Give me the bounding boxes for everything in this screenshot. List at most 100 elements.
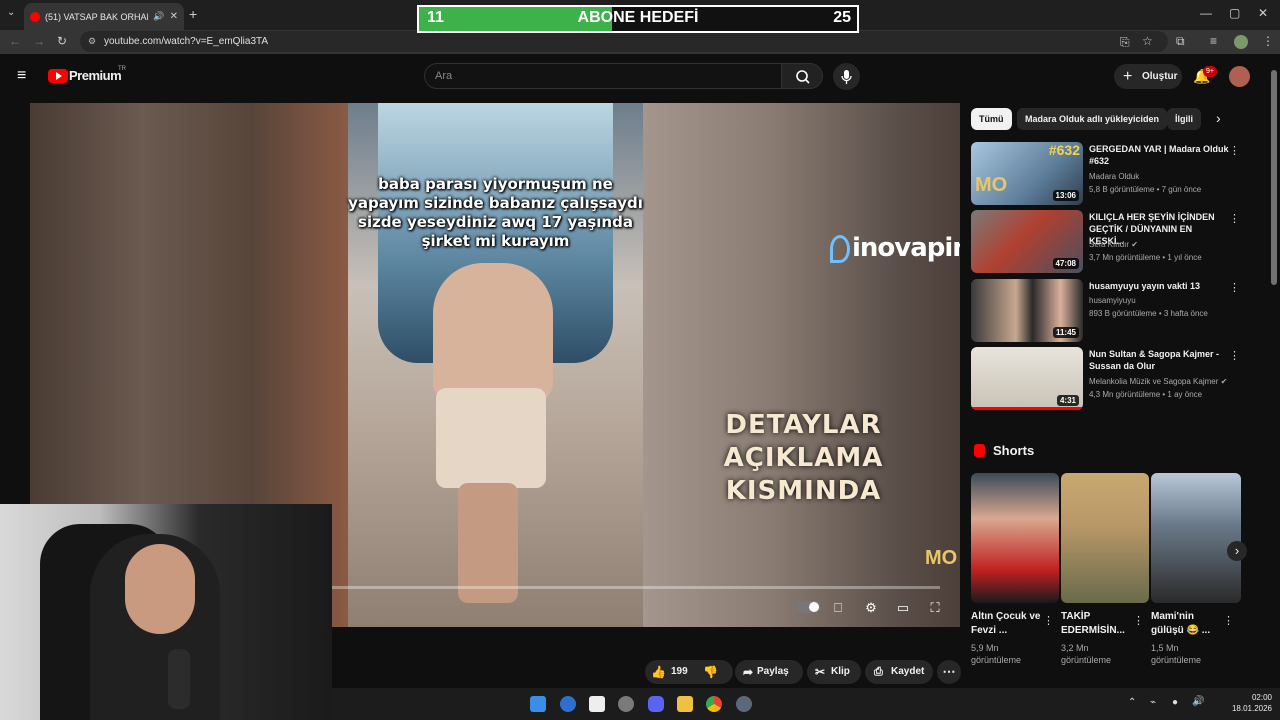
bookmark-star-icon[interactable]: ☆ (1142, 35, 1153, 47)
short-thumbnail[interactable] (1061, 473, 1149, 603)
browser-tab[interactable]: (51) VATSAP BAK ORHANIM 🔊 ✕ (24, 3, 184, 30)
tray-overflow-icon[interactable]: ⌃ (1128, 697, 1136, 708)
microphone-tray-icon[interactable]: ● (1172, 697, 1178, 708)
reload-icon[interactable]: ↻ (57, 35, 67, 47)
more-options-icon[interactable]: ⋮ (1133, 614, 1144, 627)
like-dislike-group: 👍 199 👎 (645, 660, 733, 684)
dislike-button-icon[interactable]: 👎 (703, 660, 718, 684)
create-button[interactable]: + Oluştur (1114, 64, 1182, 89)
file-explorer-icon[interactable] (677, 696, 693, 712)
search-input[interactable]: Ara (424, 63, 782, 89)
channel-name[interactable]: Madara Olduk (1089, 172, 1139, 181)
short-title[interactable]: TAKİP EDERMİSİN... (1061, 610, 1133, 638)
back-icon[interactable]: ← (9, 35, 21, 47)
chip-all[interactable]: Tümü (971, 108, 1012, 130)
capcut-app-icon[interactable] (589, 696, 605, 712)
video-thumbnail[interactable]: 11:45 (971, 279, 1083, 342)
chrome-app-icon[interactable] (706, 696, 722, 712)
search-button[interactable] (781, 63, 823, 89)
close-window-icon[interactable]: ✕ (1258, 7, 1268, 19)
browser-menu-icon[interactable]: ⋮ (1262, 35, 1274, 47)
recommendation-item[interactable]: 47:08 KILIÇLA HER ŞEYİN İÇİNDEN GEÇTİK /… (971, 210, 1241, 274)
more-options-icon[interactable]: ⋮ (1043, 614, 1054, 627)
hamburger-menu-icon[interactable]: ≡ (17, 68, 26, 84)
save-button[interactable]: ⎙ Kaydet (865, 660, 933, 684)
short-thumbnail[interactable] (971, 473, 1059, 603)
channel-name[interactable]: Sefa Kındır ✔ (1089, 240, 1138, 249)
share-button[interactable]: ➦ Paylaş (735, 660, 803, 684)
video-title[interactable]: husamyuyu yayın vakti 13 (1089, 280, 1229, 292)
new-tab-icon[interactable]: + (189, 7, 197, 21)
video-meta: 5,8 B görüntüleme • 7 gün önce (1089, 185, 1202, 194)
recommendation-item[interactable]: 4:31 Nun Sultan & Sagopa Kajmer - Sussan… (971, 347, 1241, 411)
maximize-icon[interactable]: ▢ (1229, 7, 1240, 19)
more-options-icon[interactable]: ⋮ (1229, 349, 1240, 362)
video-meta: 893 B görüntüleme • 3 hafta önce (1089, 309, 1208, 318)
episode-badge: #632 (1048, 142, 1080, 158)
network-icon[interactable]: ⌁ (1150, 697, 1156, 708)
fullscreen-icon[interactable]: ⛶ (925, 600, 945, 616)
chip-from-uploader[interactable]: Madara Olduk adlı yükleyiciden (1017, 108, 1168, 130)
obs-app-icon[interactable] (618, 696, 634, 712)
subtitles-icon[interactable]: ⎕ (828, 600, 848, 616)
channel-name[interactable]: husamyiyuyu (1089, 296, 1136, 305)
voice-search-button[interactable] (833, 63, 860, 90)
chip-related[interactable]: İlgili (1167, 108, 1201, 130)
recommendation-item[interactable]: MO #632 13:06 GERGEDAN YAR | Madara Oldu… (971, 142, 1241, 206)
volume-icon[interactable]: 🔊 (1192, 696, 1204, 707)
page-scrollbar[interactable] (1271, 70, 1277, 285)
forward-icon[interactable]: → (33, 35, 45, 47)
video-duration: 13:06 (1052, 190, 1079, 201)
chips-next-icon[interactable]: › (1216, 110, 1221, 126)
video-thumbnail[interactable]: 47:08 (971, 210, 1083, 273)
discord-app-icon[interactable] (648, 696, 664, 712)
more-options-icon[interactable]: ⋮ (1223, 614, 1234, 627)
extensions-icon[interactable]: ⧉ (1176, 35, 1185, 47)
video-thumbnail[interactable]: 4:31 (971, 347, 1083, 410)
short-thumbnail[interactable] (1151, 473, 1241, 603)
video-progress-bar[interactable] (330, 586, 940, 589)
channel-name[interactable]: Melankolia Müzik ve Sagopa Kajmer ✔ (1089, 377, 1229, 386)
like-count[interactable]: 199 (671, 660, 688, 684)
verified-icon: ✔ (1131, 240, 1138, 249)
audio-icon[interactable]: 🔊 (153, 11, 164, 22)
more-actions-icon[interactable]: ⋯ (937, 660, 961, 684)
tab-list-icon[interactable]: ⌄ (7, 8, 15, 18)
short-title[interactable]: Altın Çocuk ve Fevzi ... (971, 610, 1043, 638)
system-clock[interactable]: 02:00 18.01.2026 (1226, 692, 1272, 714)
video-title[interactable]: Nun Sultan & Sagopa Kajmer - Sussan da O… (1089, 348, 1229, 372)
start-menu-icon[interactable] (530, 696, 546, 712)
video-duration: 11:45 (1052, 327, 1079, 338)
account-avatar[interactable] (1229, 66, 1250, 87)
clip-button[interactable]: ✂ Klip (807, 660, 861, 684)
short-title[interactable]: Mami'nin gülüşü 😂 ... (1151, 610, 1223, 638)
shorts-next-icon[interactable]: › (1227, 541, 1247, 561)
install-app-icon[interactable]: ⎘ (1120, 36, 1130, 48)
video-thumbnail[interactable]: MO #632 13:06 (971, 142, 1083, 205)
more-options-icon[interactable]: ⋮ (1229, 281, 1240, 294)
url-field[interactable]: ⚙ youtube.com/watch?v=E_emQlia3TA (80, 31, 1168, 52)
minimize-icon[interactable]: — (1200, 7, 1212, 19)
more-options-icon[interactable]: ⋮ (1229, 144, 1240, 157)
settings-gear-icon[interactable]: ⚙ (861, 600, 881, 616)
overlay-text: DETAYLAR AÇIKLAMA KISMINDA (647, 409, 960, 508)
short-views: 3,2 Mn görüntüleme (1061, 643, 1112, 665)
save-label: Kaydet (891, 666, 925, 677)
tab-search-icon[interactable]: ≡ (1210, 35, 1217, 47)
youtube-logo-text[interactable]: Premium (69, 68, 122, 83)
site-info-icon[interactable]: ⚙ (88, 31, 96, 52)
profile-avatar-icon[interactable] (1234, 35, 1248, 49)
autoplay-toggle[interactable] (796, 601, 820, 613)
like-button-icon[interactable]: 👍 (651, 660, 666, 684)
edge-browser-icon[interactable] (560, 696, 576, 712)
video-title[interactable]: GERGEDAN YAR | Madara Olduk #632 (1089, 143, 1229, 167)
close-tab-icon[interactable]: ✕ (170, 11, 178, 22)
more-options-icon[interactable]: ⋮ (1229, 212, 1240, 225)
shorts-logo-icon (974, 444, 985, 457)
youtube-header: ≡ Premium TR Ara + Oluştur 🔔 9+ (0, 54, 1280, 100)
theater-mode-icon[interactable]: ▭ (893, 600, 913, 616)
recommendation-item[interactable]: 11:45 husamyuyu yayın vakti 13 husamyiyu… (971, 279, 1241, 343)
steam-app-icon[interactable] (736, 696, 752, 712)
person-back (433, 263, 553, 403)
youtube-logo-icon[interactable] (48, 69, 68, 83)
